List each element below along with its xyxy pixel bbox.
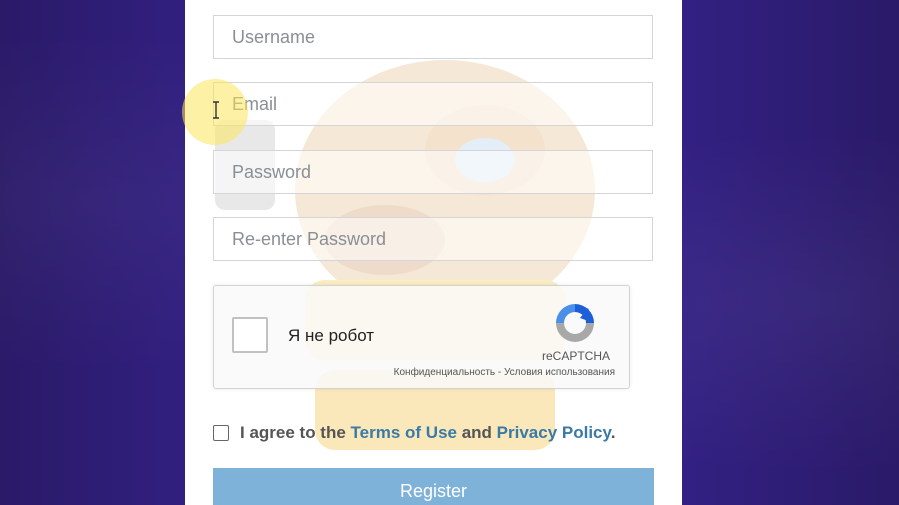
recaptcha-widget: Я не робот reCAPTCHA Конфиденциальность …: [213, 285, 630, 389]
recaptcha-privacy-link[interactable]: Конфиденциальность: [394, 367, 495, 378]
agree-text: I agree to the Terms of Use and Privacy …: [240, 423, 615, 443]
email-input[interactable]: [213, 82, 653, 126]
terms-of-use-link[interactable]: Terms of Use: [351, 423, 457, 442]
agree-checkbox[interactable]: [213, 425, 229, 441]
username-input[interactable]: [213, 15, 653, 59]
recaptcha-logo-icon: [556, 304, 594, 342]
agree-suffix: .: [610, 423, 616, 442]
recaptcha-checkbox-label: Я не робот: [288, 326, 375, 345]
agree-and: and: [456, 423, 497, 442]
recaptcha-brand: reCAPTCHA: [541, 349, 610, 363]
recaptcha-links-separator: -: [495, 367, 504, 378]
password-input[interactable]: [213, 150, 653, 194]
agree-row: I agree to the Terms of Use and Privacy …: [213, 423, 615, 443]
privacy-policy-link[interactable]: Privacy Policy: [497, 423, 611, 442]
recaptcha-links: Конфиденциальность - Условия использован…: [394, 367, 615, 378]
recaptcha-checkbox[interactable]: [232, 317, 268, 353]
register-button[interactable]: Register: [213, 468, 654, 505]
agree-prefix: I agree to the: [240, 423, 351, 442]
registration-panel: Я не робот reCAPTCHA Конфиденциальность …: [185, 0, 682, 505]
reenter-password-input[interactable]: [213, 217, 653, 261]
recaptcha-terms-link[interactable]: Условия использования: [504, 367, 615, 378]
